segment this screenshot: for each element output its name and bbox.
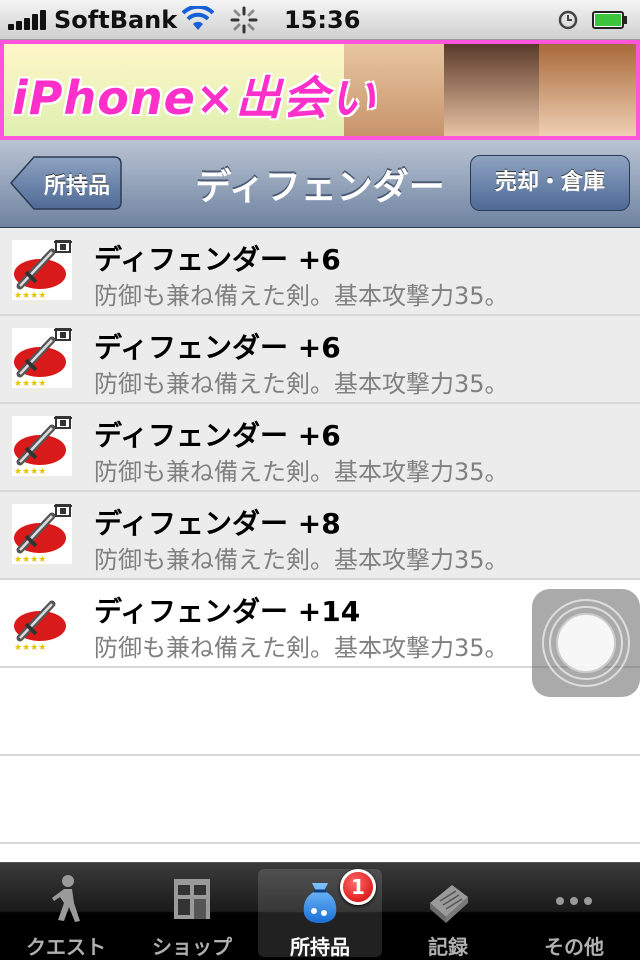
bag-icon — [303, 883, 337, 923]
shop-icon — [174, 879, 210, 919]
svg-text:★★★★: ★★★★ — [14, 291, 46, 300]
notification-badge: 1 — [340, 869, 376, 905]
tab-label: 記録 — [428, 935, 468, 959]
tab-bar: クエスト ショップ 1 所持品 記録 その他 — [0, 862, 640, 960]
list-item[interactable]: ★★★★ ディフェンダー +6 防御も兼ね備えた剣。基本攻撃力35。 — [0, 228, 640, 316]
svg-text:★★★★: ★★★★ — [14, 555, 46, 564]
item-description: 防御も兼ね備えた剣。基本攻撃力35。 — [94, 546, 509, 574]
stored-sword-icon: ★★★★ — [12, 415, 72, 477]
svg-text:★★★★: ★★★★ — [14, 643, 46, 652]
list-item[interactable]: ★★★★ ディフェンダー +8 防御も兼ね備えた剣。基本攻撃力35。 — [0, 492, 640, 580]
assistive-touch-button[interactable] — [532, 589, 640, 697]
stored-sword-icon: ★★★★ — [12, 503, 72, 565]
status-bar: SoftBank 15:36 — [0, 0, 640, 40]
navigation-bar: 所持品 ディフェンダー 売却・倉庫 — [0, 140, 640, 228]
item-title: ディフェンダー +8 — [94, 507, 341, 540]
battery-icon — [592, 11, 627, 29]
ad-banner[interactable]: iPhone×出会い — [0, 40, 640, 140]
item-description: 防御も兼ね備えた剣。基本攻撃力35。 — [94, 282, 509, 310]
tab-quest[interactable]: クエスト — [4, 869, 128, 959]
back-button-label: 所持品 — [43, 174, 110, 199]
notebook-icon — [430, 885, 468, 923]
alarm-icon — [558, 10, 578, 30]
more-icon — [556, 897, 592, 905]
item-description: 防御も兼ね備えた剣。基本攻撃力35。 — [94, 458, 509, 486]
banner-text: iPhone×出会い — [12, 71, 377, 125]
stored-sword-icon: ★★★★ — [12, 239, 72, 301]
sell-storage-button[interactable]: 売却・倉庫 — [470, 155, 630, 211]
item-title: ディフェンダー +6 — [94, 331, 341, 364]
tab-label: クエスト — [26, 935, 106, 959]
page-title: ディフェンダー — [195, 167, 445, 208]
signal-strength-icon — [8, 10, 48, 30]
tab-label: ショップ — [152, 935, 232, 959]
item-title: ディフェンダー +14 — [94, 595, 361, 628]
clock: 15:36 — [284, 6, 361, 34]
activity-spinner-icon — [230, 6, 258, 34]
tab-label: 所持品 — [290, 935, 350, 959]
svg-text:★★★★: ★★★★ — [14, 379, 46, 388]
back-button[interactable]: 所持品 — [10, 155, 122, 211]
tab-shop[interactable]: ショップ — [130, 869, 254, 959]
tab-more[interactable]: その他 — [512, 869, 636, 959]
item-title: ディフェンダー +6 — [94, 419, 341, 452]
item-list: ★★★★ ディフェンダー +6 防御も兼ね備えた剣。基本攻撃力35。 ★★★★ … — [0, 228, 640, 862]
svg-text:★★★★: ★★★★ — [14, 467, 46, 476]
sword-icon: ★★★★ — [12, 592, 72, 653]
tab-inventory[interactable]: 1 所持品 — [258, 869, 382, 959]
empty-row — [0, 756, 640, 844]
carrier-name: SoftBank — [54, 6, 178, 34]
banner-photo — [444, 44, 544, 136]
item-description: 防御も兼ね備えた剣。基本攻撃力35。 — [94, 370, 509, 398]
tab-records[interactable]: 記録 — [386, 869, 510, 959]
wifi-icon — [182, 6, 214, 30]
stored-sword-icon: ★★★★ — [12, 327, 72, 389]
walker-icon — [52, 875, 80, 922]
list-item[interactable]: ★★★★ ディフェンダー +6 防御も兼ね備えた剣。基本攻撃力35。 — [0, 316, 640, 404]
item-title: ディフェンダー +6 — [94, 243, 341, 276]
banner-photo — [539, 44, 636, 136]
list-item[interactable]: ★★★★ ディフェンダー +6 防御も兼ね備えた剣。基本攻撃力35。 — [0, 404, 640, 492]
tab-label: その他 — [544, 935, 604, 959]
item-description: 防御も兼ね備えた剣。基本攻撃力35。 — [94, 634, 509, 662]
